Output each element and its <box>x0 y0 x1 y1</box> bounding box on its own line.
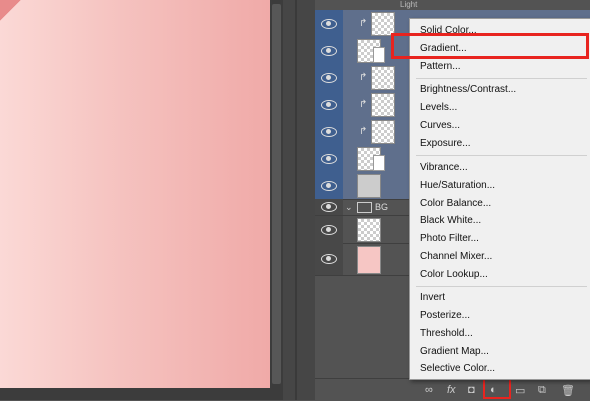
clipping-arrow-icon: ↱ <box>359 99 368 110</box>
eye-icon <box>321 180 337 191</box>
layer-mask-thumbnail <box>373 155 385 171</box>
eye-icon <box>321 99 337 110</box>
visibility-toggle[interactable] <box>315 37 343 64</box>
menu-item-brightness-contrast[interactable]: Brightness/Contrast... <box>420 84 516 95</box>
menu-item-curves[interactable]: Curves... <box>420 120 460 131</box>
menu-item-invert[interactable]: Invert <box>420 292 445 303</box>
adjustment-button-highlight <box>483 377 511 399</box>
eye-icon <box>321 45 337 56</box>
mask-icon[interactable]: ◘ <box>468 384 475 396</box>
layer-mask-thumbnail <box>373 47 385 63</box>
eye-icon <box>321 202 337 212</box>
layer-thumbnail <box>357 218 381 242</box>
eye-icon <box>321 126 337 137</box>
clipping-arrow-icon: ↱ <box>359 18 368 29</box>
eye-icon <box>321 224 337 235</box>
panel-divider-line <box>295 0 297 400</box>
menu-item-color-lookup[interactable]: Color Lookup... <box>420 269 488 280</box>
document-canvas[interactable] <box>0 0 270 388</box>
layers-bottom-bar: ∞ fx ◘ ◐ ▭ ⧉ 🗑 <box>315 378 590 401</box>
menu-item-gradient-map[interactable]: Gradient Map... <box>420 346 489 357</box>
menu-item-channel-mixer[interactable]: Channel Mixer... <box>420 251 492 262</box>
panel-divider <box>283 0 315 400</box>
link-icon[interactable]: ∞ <box>425 384 433 396</box>
folder-icon[interactable]: ▭ <box>515 384 525 397</box>
canvas-horizontal-scrollbar[interactable] <box>0 388 283 400</box>
menu-item-posterize[interactable]: Posterize... <box>420 310 470 321</box>
gradient-item-highlight <box>391 33 589 59</box>
menu-separator <box>416 155 587 156</box>
menu-item-exposure[interactable]: Exposure... <box>420 138 471 149</box>
clipping-arrow-icon: ↱ <box>359 72 368 83</box>
layer-thumbnail <box>357 246 381 274</box>
visibility-toggle[interactable] <box>315 199 343 215</box>
layer-thumbnail <box>371 93 395 117</box>
fx-button[interactable]: fx <box>447 384 456 396</box>
folder-icon <box>357 202 372 213</box>
eye-icon <box>321 153 337 164</box>
menu-item-selective-color[interactable]: Selective Color... <box>420 363 495 374</box>
menu-item-threshold[interactable]: Threshold... <box>420 328 473 339</box>
layer-name-light: Light <box>400 0 418 9</box>
visibility-toggle[interactable] <box>315 64 343 91</box>
scrollbar-thumb[interactable] <box>272 4 281 384</box>
menu-item-color-balance[interactable]: Color Balance... <box>420 198 491 209</box>
visibility-toggle[interactable] <box>315 216 343 243</box>
new-layer-icon[interactable]: ⧉ <box>538 384 546 397</box>
canvas-vertical-scrollbar[interactable] <box>270 0 283 388</box>
adjustment-layer-menu: Solid Color... Gradient... Pattern... Br… <box>409 18 590 380</box>
visibility-toggle[interactable] <box>315 145 343 172</box>
menu-item-hue-saturation[interactable]: Hue/Saturation... <box>420 180 495 191</box>
clipping-arrow-icon: ↱ <box>359 126 368 137</box>
menu-separator <box>416 286 587 287</box>
eye-icon <box>321 254 337 264</box>
layer-thumbnail <box>357 174 381 198</box>
chevron-down-icon[interactable]: ⌄ <box>345 202 353 213</box>
visibility-toggle[interactable] <box>315 243 343 275</box>
trash-icon[interactable]: 🗑 <box>561 384 575 397</box>
visibility-toggle[interactable] <box>315 91 343 118</box>
menu-item-black-white[interactable]: Black White... <box>420 215 481 226</box>
group-name: BG <box>375 202 389 212</box>
menu-item-levels[interactable]: Levels... <box>420 102 457 113</box>
menu-item-photo-filter[interactable]: Photo Filter... <box>420 233 479 244</box>
layer-thumbnail <box>371 120 395 144</box>
eye-icon <box>321 18 337 29</box>
visibility-toggle[interactable] <box>315 10 343 37</box>
visibility-toggle[interactable] <box>315 118 343 145</box>
menu-item-pattern[interactable]: Pattern... <box>420 61 461 72</box>
eye-icon <box>321 72 337 83</box>
canvas-shape <box>0 0 22 30</box>
visibility-toggle[interactable] <box>315 172 343 199</box>
menu-separator <box>416 78 587 79</box>
layer-thumbnail <box>371 66 395 90</box>
menu-item-vibrance[interactable]: Vibrance... <box>420 162 468 173</box>
